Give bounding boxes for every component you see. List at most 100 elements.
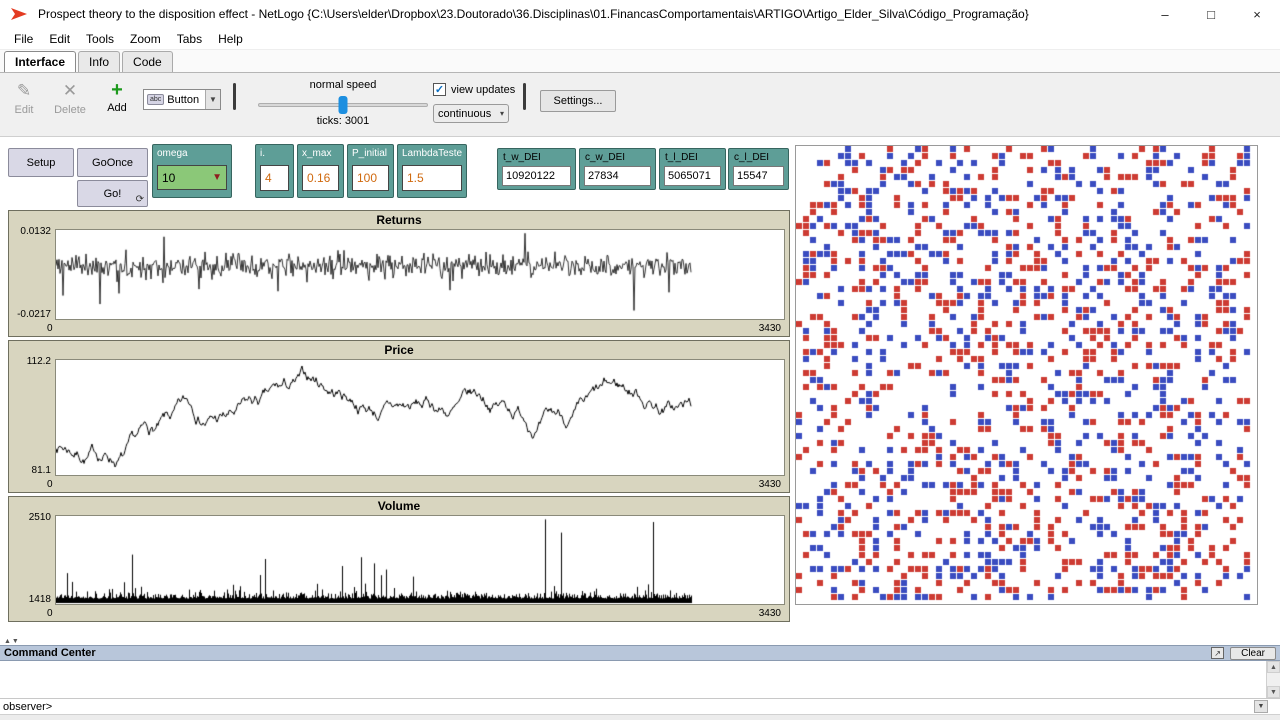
monitor-value: 5065071 xyxy=(664,166,721,186)
chevron-down-icon: ▾ xyxy=(500,109,504,118)
chooser-value: 10 xyxy=(162,171,175,185)
tab-info[interactable]: Info xyxy=(78,51,120,72)
menu-bar: File Edit Tools Zoom Tabs Help xyxy=(0,28,1280,50)
go-label: Go! xyxy=(104,188,122,200)
plot-x-min-label: 0 xyxy=(47,479,53,490)
interface-workspace: Setup GoOnce Go! ⟳ omega 10 ▼ i. 4 x_max… xyxy=(0,137,1280,637)
menu-edit[interactable]: Edit xyxy=(41,30,78,48)
plot-title: Returns xyxy=(9,213,789,227)
go-once-button[interactable]: GoOnce xyxy=(77,148,148,177)
tab-interface[interactable]: Interface xyxy=(4,51,76,72)
chevron-down-icon: ▼ xyxy=(205,90,220,109)
ticks-counter: ticks: 3001 xyxy=(258,115,428,127)
interface-toolbar: ✎ Edit ✕ Delete + Add abc Button ▼ norma… xyxy=(0,73,1280,137)
plot-area xyxy=(55,229,785,320)
view-updates-label: view updates xyxy=(451,84,515,96)
input-label: LambdaTeste xyxy=(402,148,462,159)
menu-zoom[interactable]: Zoom xyxy=(122,30,169,48)
menu-help[interactable]: Help xyxy=(210,30,251,48)
command-center-scrollbar[interactable]: ▲ ▼ xyxy=(1266,661,1280,698)
splitter-arrows-icon: ▲▼ xyxy=(4,638,20,645)
close-button[interactable]: × xyxy=(1234,0,1280,28)
plot-price: Price 112.2 81.1 0 3430 xyxy=(8,340,790,493)
widget-type-dropdown[interactable]: abc Button ▼ xyxy=(143,89,221,110)
command-center-splitter[interactable]: ▲▼ xyxy=(0,637,1280,645)
observer-prompt: observer> xyxy=(0,701,52,713)
input-value-field[interactable]: 100 xyxy=(352,165,389,191)
horizontal-scrollbar[interactable] xyxy=(0,714,1280,720)
minimize-button[interactable]: – xyxy=(1142,0,1188,28)
plot-x-max-label: 3430 xyxy=(759,608,781,619)
plot-title: Price xyxy=(9,343,789,357)
plot-returns: Returns 0.0132 -0.0217 0 3430 xyxy=(8,210,790,337)
button-widget-icon: abc xyxy=(147,94,164,105)
monitor-t-w-dei: t_w_DEI 10920122 xyxy=(497,148,576,190)
monitor-value: 10920122 xyxy=(502,166,571,186)
toolbar-separator xyxy=(523,83,526,110)
input-label: x_max xyxy=(302,148,331,159)
window-title: Prospect theory to the disposition effec… xyxy=(38,7,1029,21)
settings-button[interactable]: Settings... xyxy=(540,90,616,112)
speed-slider-thumb[interactable] xyxy=(339,96,348,114)
command-center-header: Command Center ↗ Clear xyxy=(0,645,1280,661)
menu-tabs[interactable]: Tabs xyxy=(169,30,210,48)
tab-bar: Interface Info Code xyxy=(0,50,1280,73)
menu-tools[interactable]: Tools xyxy=(78,30,122,48)
monitor-label: c_w_DEI xyxy=(585,152,625,163)
clear-button[interactable]: Clear xyxy=(1230,647,1276,660)
plot-y-max-label: 0.0132 xyxy=(9,226,51,237)
world-view xyxy=(795,145,1258,605)
chooser-value-box[interactable]: 10 ▼ xyxy=(157,165,227,190)
setup-button[interactable]: Setup xyxy=(8,148,74,177)
plot-x-min-label: 0 xyxy=(47,608,53,619)
monitor-label: t_w_DEI xyxy=(503,152,541,163)
scroll-down-icon[interactable]: ▼ xyxy=(1267,686,1280,698)
delete-widget-button[interactable]: ✕ Delete xyxy=(50,81,90,116)
edit-widget-button[interactable]: ✎ Edit xyxy=(4,81,44,116)
chooser-dropdown-icon: ▼ xyxy=(212,172,222,183)
plot-y-min-label: 1418 xyxy=(9,594,51,605)
input-value-field[interactable]: 4 xyxy=(260,165,289,191)
add-widget-button[interactable]: + Add xyxy=(97,81,137,114)
input-value-field[interactable]: 0.16 xyxy=(302,165,339,191)
speed-slider[interactable] xyxy=(258,103,428,107)
monitor-c-w-dei: c_w_DEI 27834 xyxy=(579,148,656,190)
delete-label: Delete xyxy=(50,104,90,116)
price-series-canvas xyxy=(56,360,784,475)
netlogo-logo-icon xyxy=(10,6,30,22)
go-forever-button[interactable]: Go! ⟳ xyxy=(77,180,148,207)
update-mode-dropdown[interactable]: continuous ▾ xyxy=(433,104,509,123)
monitor-value: 15547 xyxy=(733,166,784,186)
chooser-label: omega xyxy=(157,148,188,159)
plot-volume: Volume 2510 1418 0 3430 xyxy=(8,496,790,622)
delete-icon: ✕ xyxy=(50,81,90,101)
monitor-value: 27834 xyxy=(584,166,651,186)
command-center-output: ▲ ▼ xyxy=(0,661,1280,699)
input-label: P_initial xyxy=(352,148,387,159)
plot-y-max-label: 2510 xyxy=(9,512,51,523)
toolbar-separator xyxy=(233,83,236,110)
window-controls: – □ × xyxy=(1142,0,1280,28)
history-dropdown-icon[interactable]: ▼ xyxy=(1254,700,1268,713)
popout-icon[interactable]: ↗ xyxy=(1211,647,1224,659)
view-updates-control[interactable]: ✓ view updates xyxy=(433,83,515,96)
volume-series-canvas xyxy=(56,516,784,604)
menu-file[interactable]: File xyxy=(6,30,41,48)
edit-label: Edit xyxy=(4,104,44,116)
view-updates-checkbox[interactable]: ✓ xyxy=(433,83,446,96)
maximize-button[interactable]: □ xyxy=(1188,0,1234,28)
input-value-field[interactable]: 1.5 xyxy=(402,165,462,191)
tab-code[interactable]: Code xyxy=(122,51,173,72)
scroll-up-icon[interactable]: ▲ xyxy=(1267,661,1280,673)
input-i: i. 4 xyxy=(255,144,294,198)
plot-y-min-label: 81.1 xyxy=(9,465,51,476)
monitor-c-l-dei: c_l_DEI 15547 xyxy=(728,148,789,190)
plot-area xyxy=(55,359,785,476)
observer-command-row: observer> ▼ xyxy=(0,699,1280,714)
plot-x-max-label: 3430 xyxy=(759,323,781,334)
title-bar: Prospect theory to the disposition effec… xyxy=(0,0,1280,28)
returns-series-canvas xyxy=(56,230,784,319)
omega-chooser[interactable]: omega 10 ▼ xyxy=(152,144,232,198)
command-input[interactable] xyxy=(52,700,1254,713)
plot-y-min-label: -0.0217 xyxy=(9,309,51,320)
